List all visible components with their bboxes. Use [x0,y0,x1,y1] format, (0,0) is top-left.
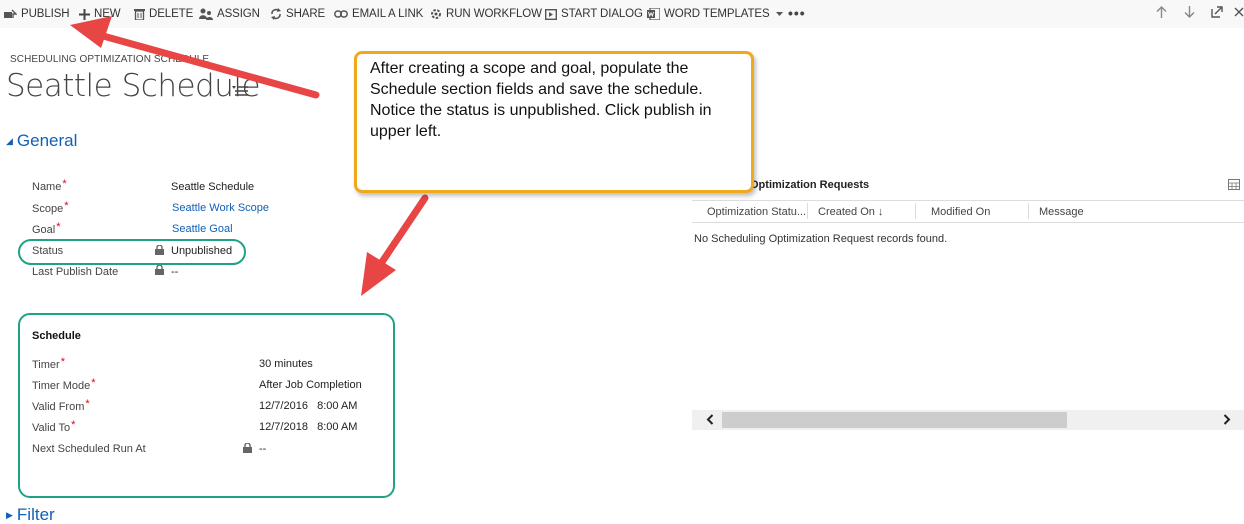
assign-icon [199,8,213,20]
general-heading: General [16,131,78,150]
subgrid-title: Optimization Requests [750,179,870,191]
word-templates-button[interactable]: WORD TEMPLATES [647,7,787,21]
assign-label: ASSIGN [217,8,260,20]
plus-icon [79,8,90,20]
scrollbar-thumb[interactable] [722,412,1067,428]
start-dialog-label: START DIALOG [561,8,643,20]
filter-section-header[interactable]: ▶ Filter [6,505,55,524]
column-header-message[interactable]: Message [1039,206,1084,218]
workflow-icon [431,9,441,19]
name-field-value[interactable]: Seattle Schedule [171,181,254,193]
goal-field-label: Goal* [32,221,61,236]
timer-mode-field-value[interactable]: After Job Completion [259,379,362,391]
timer-field-value[interactable]: 30 minutes [259,358,313,370]
name-field-label: Name* [32,178,67,193]
publish-button[interactable]: PUBLISH [4,7,70,21]
next-run-field-label: Next Scheduled Run At [32,443,146,455]
arrow-up-icon[interactable] [1156,6,1167,18]
valid-from-field-value[interactable]: 12/7/2016 8:00 AM [259,400,357,412]
form-selector-icon[interactable] [232,84,248,98]
assign-button[interactable]: ASSIGN [199,7,260,21]
publish-icon [4,9,17,18]
entity-name: SCHEDULING OPTIMIZATION SCHEDULE [10,54,210,65]
word-icon [647,8,660,20]
email-link-label: EMAIL A LINK [352,8,424,20]
run-workflow-label: RUN WORKFLOW [446,8,542,20]
arrow-to-schedule-icon [361,194,429,296]
filter-heading: Filter [16,505,55,524]
grid-view-icon[interactable] [1228,179,1240,190]
delete-label: DELETE [149,8,194,20]
scroll-left-icon[interactable] [706,414,714,425]
timer-field-label: Timer* [32,356,65,371]
chevron-down-icon [775,11,783,16]
share-label: SHARE [286,8,326,20]
record-title: Seattle Schedule [6,68,261,104]
last-publish-date-value: -- [171,266,179,278]
share-icon [271,8,281,20]
publish-label: PUBLISH [21,8,70,20]
link-icon [334,10,348,18]
expand-triangle-icon: ▶ [6,510,13,521]
scroll-right-icon[interactable] [1223,414,1231,425]
new-button[interactable]: NEW [79,7,121,21]
valid-from-field-label: Valid From* [32,398,90,413]
column-header-optimization-status[interactable]: Optimization Statu... [707,206,806,218]
grid-header-bottom-border [692,222,1244,223]
general-section-header[interactable]: ◢ General [6,131,77,151]
scope-link[interactable]: Seattle Work Scope [172,202,269,214]
column-header-modified-on[interactable]: Modified On [931,206,990,218]
goal-link[interactable]: Seattle Goal [172,223,233,235]
command-bar: PUBLISH NEW DELETE ASSIGN SHARE EMAIL A … [0,0,1244,28]
lock-icon [243,443,252,453]
schedule-section-title: Schedule [32,330,81,342]
popout-icon[interactable] [1211,6,1223,18]
scope-field-label: Scope* [32,200,69,215]
dialog-icon [545,8,557,20]
new-label: NEW [94,8,121,20]
close-icon[interactable] [1234,6,1244,18]
grid-header-top-border [692,200,1244,201]
valid-to-field-value[interactable]: 12/7/2018 8:00 AM [259,421,357,433]
run-workflow-button[interactable]: RUN WORKFLOW [430,7,542,21]
share-button[interactable]: SHARE [270,7,325,21]
column-header-created-on[interactable]: Created On ↓ [818,206,883,218]
column-separator [915,203,916,219]
next-run-field-value: -- [259,443,267,455]
trash-icon [134,9,145,20]
empty-records-message: No Scheduling Optimization Request recor… [694,233,948,245]
email-link-button[interactable]: EMAIL A LINK [334,7,423,21]
column-separator [807,203,808,219]
last-publish-date-label: Last Publish Date [32,266,119,278]
instruction-callout: After creating a scope and goal, populat… [354,51,754,193]
arrow-down-icon[interactable] [1184,6,1195,18]
column-separator [1028,203,1029,219]
word-templates-label: WORD TEMPLATES [664,8,770,20]
lock-icon [155,265,164,275]
status-highlight [18,239,246,265]
start-dialog-button[interactable]: START DIALOG [545,7,643,21]
valid-to-field-label: Valid To* [32,419,76,434]
collapse-triangle-icon: ◢ [6,136,13,147]
more-commands-button[interactable]: ••• [788,5,806,21]
delete-button[interactable]: DELETE [134,7,193,21]
timer-mode-field-label: Timer Mode* [32,377,96,392]
